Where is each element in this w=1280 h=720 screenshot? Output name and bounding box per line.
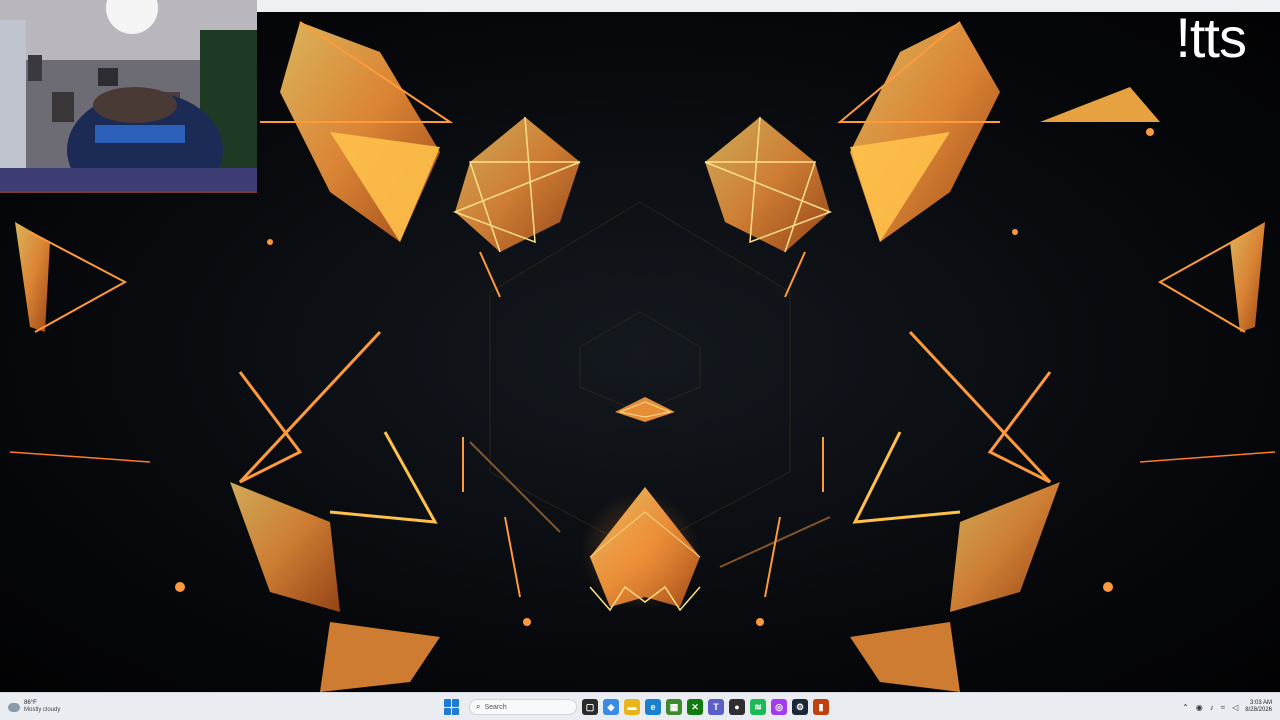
- tts-command-overlay: !tts: [1175, 6, 1247, 69]
- system-tray: ⌃ ◉ ♪ ≈ ◁ 3:03 AM 8/28/2026: [1182, 697, 1272, 717]
- edge-icon[interactable]: e: [645, 699, 661, 715]
- search-label: Search: [484, 703, 507, 711]
- teams-icon[interactable]: T: [708, 699, 724, 715]
- crystal-lower-right: [850, 330, 1276, 692]
- obs-icon[interactable]: ●: [729, 699, 745, 715]
- crystal-upper-right-inner: [704, 116, 833, 298]
- search-box[interactable]: ⌕ Search: [469, 699, 577, 715]
- webcam-feed: [0, 0, 257, 193]
- minecraft-icon[interactable]: ▦: [666, 699, 682, 715]
- taskbar-center: ⌕ Search ▢ ◆ ▬ e ▦ ✕ T ● ≋ ◎ ⚙ ▮: [444, 695, 829, 719]
- copilot-icon[interactable]: ◆: [603, 699, 619, 715]
- app-icon[interactable]: ▮: [813, 699, 829, 715]
- clock-time: 3:03 AM: [1249, 700, 1272, 706]
- messenger-icon[interactable]: ◎: [771, 699, 787, 715]
- clock-date: 8/28/2026: [1245, 707, 1272, 713]
- clock[interactable]: 3:03 AM 8/28/2026: [1245, 700, 1272, 714]
- desktop-screen: !tts 86°F Mostly cloudy ⌕ Search ▢ ◆ ▬ e ▦ ✕ T…: [0, 0, 1280, 720]
- task-view-icon[interactable]: ▢: [582, 699, 598, 715]
- weather-temperature: 86°F: [24, 700, 37, 706]
- weather-condition: Mostly cloudy: [24, 707, 61, 713]
- webcam-image: [0, 0, 257, 191]
- microphone-icon[interactable]: ♪: [1210, 703, 1214, 712]
- taskbar: 86°F Mostly cloudy ⌕ Search ▢ ◆ ▬ e ▦ ✕ T ● ≋ ◎ ⚙ ▮…: [0, 692, 1280, 720]
- volume-icon[interactable]: ◁: [1232, 703, 1238, 712]
- spotify-icon[interactable]: ≋: [750, 699, 766, 715]
- cloud-icon: [8, 702, 20, 712]
- weather-widget[interactable]: 86°F Mostly cloudy: [8, 697, 60, 717]
- chevron-up-icon[interactable]: ⌃: [1182, 703, 1189, 712]
- search-icon: ⌕: [476, 702, 481, 711]
- crystal-top-left: [260, 21, 454, 242]
- crystal-upper-left-inner: [452, 116, 581, 298]
- start-button[interactable]: [444, 699, 460, 715]
- file-explorer-icon[interactable]: ▬: [624, 699, 640, 715]
- xbox-icon[interactable]: ✕: [687, 699, 703, 715]
- crystal-left-edge: [15, 222, 128, 333]
- crystal-right-edge: [1157, 222, 1265, 333]
- crystal-top-right: [837, 21, 1160, 242]
- pinned-apps: ▢ ◆ ▬ e ▦ ✕ T ● ≋ ◎ ⚙ ▮: [582, 699, 829, 715]
- steam-icon[interactable]: ⚙: [792, 699, 808, 715]
- crystal-lower-left: [9, 330, 440, 692]
- network-icon[interactable]: ◉: [1196, 703, 1203, 712]
- wifi-icon[interactable]: ≈: [1221, 703, 1225, 712]
